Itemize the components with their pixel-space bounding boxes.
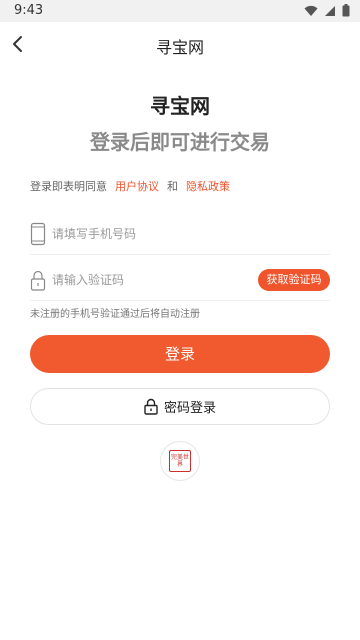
status-time: 9:43 — [14, 3, 44, 18]
status-icons — [304, 4, 350, 17]
get-code-button[interactable]: 获取验证码 — [258, 269, 330, 291]
lock-icon — [30, 270, 46, 291]
login-button[interactable]: 登录 — [30, 335, 330, 373]
phone-icon — [30, 222, 46, 246]
agreement-text: 登录即表明同意 用户协议和隐私政策 — [30, 178, 230, 194]
password-login-label: 密码登录 — [163, 401, 216, 416]
code-field: 获取验证码 — [30, 260, 330, 301]
privacy-policy-link[interactable]: 隐私政策 — [186, 180, 230, 193]
page-title: 寻宝网 — [155, 38, 204, 57]
user-agreement-link[interactable]: 用户协议 — [115, 180, 159, 193]
wifi-icon — [304, 5, 318, 16]
agreement-and: 和 — [167, 180, 178, 193]
third-party-login-button[interactable]: 完美世界 — [160, 441, 200, 481]
top-bar: 寻宝网 — [0, 22, 360, 66]
perfect-world-logo-icon: 完美世界 — [169, 450, 191, 472]
brand-slogan: 登录后即可进行交易 — [90, 130, 270, 154]
battery-icon — [342, 4, 350, 17]
brand-name: 寻宝网 — [150, 94, 210, 118]
phone-input[interactable] — [52, 223, 252, 245]
phone-field — [30, 214, 330, 255]
status-bar: 9:43 — [0, 0, 360, 22]
code-input[interactable] — [52, 269, 252, 291]
agreement-prefix: 登录即表明同意 — [30, 180, 107, 193]
lock-icon — [144, 398, 158, 415]
register-hint: 未注册的手机号验证通过后将自动注册 — [30, 309, 200, 320]
signal-icon — [325, 5, 335, 16]
password-login-button[interactable]: 密码登录 — [30, 388, 330, 425]
